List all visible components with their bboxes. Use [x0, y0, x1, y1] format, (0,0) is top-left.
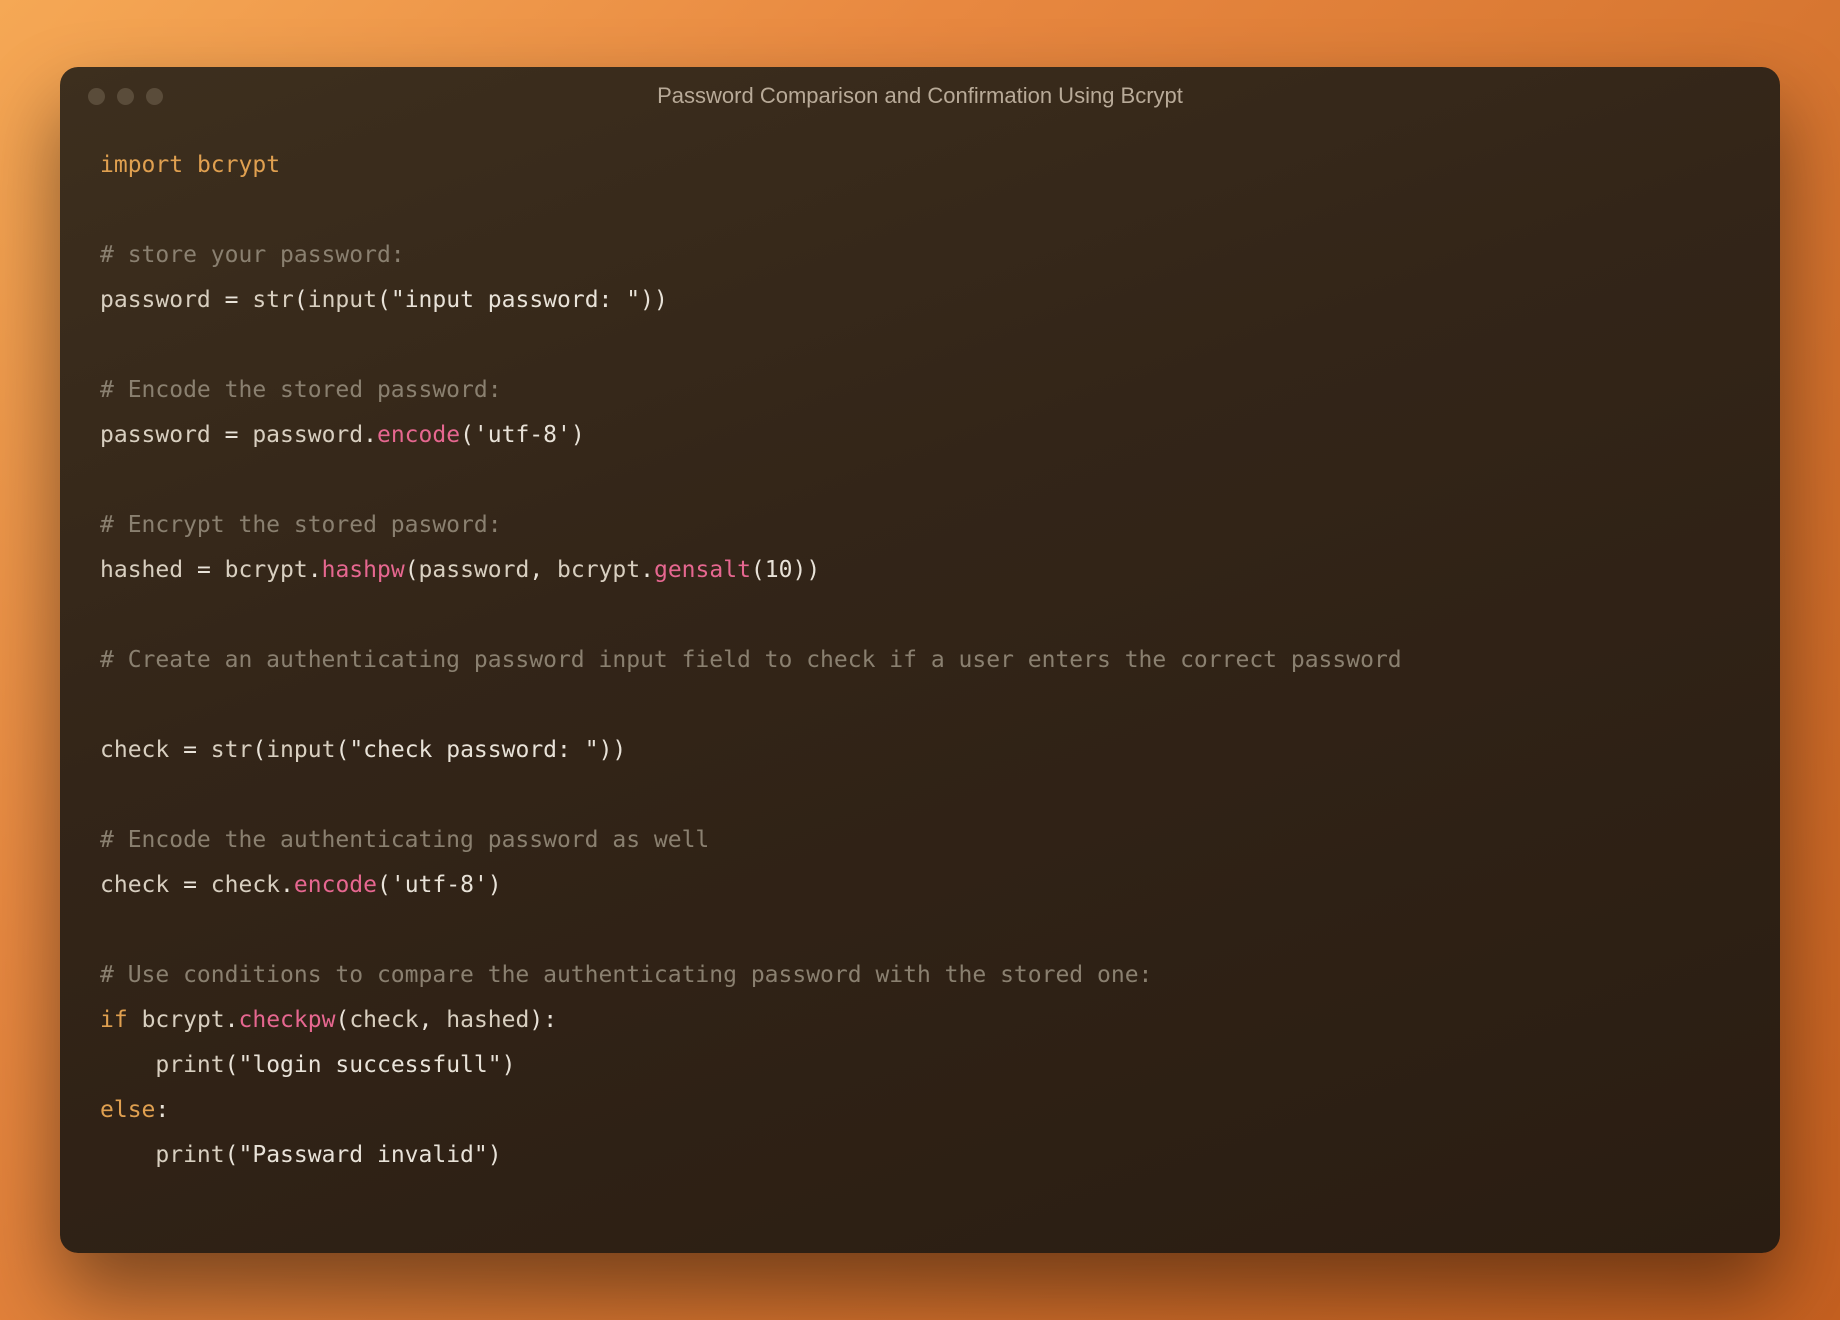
fn-str: str [252, 287, 294, 313]
string-literal: "Passward invalid" [239, 1142, 488, 1168]
comment: # Use conditions to compare the authenti… [100, 962, 1152, 988]
dot: . [363, 422, 377, 448]
var-check: check [100, 737, 169, 763]
paren: ( [377, 287, 391, 313]
module-bcrypt: bcrypt [142, 1007, 225, 1033]
comment: # Encrypt the stored pasword: [100, 512, 502, 538]
colon: : [155, 1097, 169, 1123]
paren: ( [335, 737, 349, 763]
equals: = [211, 287, 253, 313]
close-dot[interactable] [88, 88, 105, 105]
equals: = [183, 557, 225, 583]
var-password: password [100, 422, 211, 448]
var-password: password [252, 422, 363, 448]
fn-input: input [308, 287, 377, 313]
module-bcrypt: bcrypt [557, 557, 640, 583]
paren: ( [252, 737, 266, 763]
var-password: password [100, 287, 211, 313]
paren: ) [502, 1052, 516, 1078]
comment: # Encode the authenticating password as … [100, 827, 709, 853]
fn-print: print [155, 1142, 224, 1168]
paren: ( [460, 422, 474, 448]
paren: ( [225, 1142, 239, 1168]
window-title: Password Comparison and Confirmation Usi… [60, 83, 1780, 109]
string-literal: "input password: " [391, 287, 640, 313]
fn-input: input [266, 737, 335, 763]
comment: # Encode the stored password: [100, 377, 502, 403]
arg-hashed: hashed [446, 1007, 529, 1033]
maximize-dot[interactable] [146, 88, 163, 105]
var-check: check [100, 872, 169, 898]
paren: ( [751, 557, 765, 583]
minimize-dot[interactable] [117, 88, 134, 105]
string-literal: 'utf-8' [391, 872, 488, 898]
equals: = [211, 422, 253, 448]
fn-str: str [211, 737, 253, 763]
equals: = [169, 737, 211, 763]
traffic-lights [88, 88, 163, 105]
var-check: check [211, 872, 280, 898]
paren: ( [225, 1052, 239, 1078]
string-literal: "check password: " [349, 737, 598, 763]
method-encode: encode [294, 872, 377, 898]
dot: . [225, 1007, 239, 1033]
equals: = [169, 872, 211, 898]
titlebar: Password Comparison and Confirmation Usi… [60, 67, 1780, 125]
dot: . [308, 557, 322, 583]
keyword-if: if [100, 1007, 128, 1033]
paren: ( [294, 287, 308, 313]
paren: )) [792, 557, 820, 583]
method-encode: encode [377, 422, 460, 448]
fn-checkpw: checkpw [239, 1007, 336, 1033]
string-literal: "login successfull" [239, 1052, 502, 1078]
keyword-else: else [100, 1097, 155, 1123]
fn-hashpw: hashpw [322, 557, 405, 583]
dot: . [640, 557, 654, 583]
paren: )) [599, 737, 627, 763]
var-hashed: hashed [100, 557, 183, 583]
paren: ) [571, 422, 585, 448]
keyword-import: import [100, 152, 183, 178]
fn-print: print [155, 1052, 224, 1078]
arg-password: password [419, 557, 530, 583]
comment: # store your password: [100, 242, 405, 268]
comment: # Create an authenticating password inpu… [100, 647, 1402, 673]
fn-gensalt: gensalt [654, 557, 751, 583]
paren: ( [377, 872, 391, 898]
comma: , [529, 557, 557, 583]
code-window: Password Comparison and Confirmation Usi… [60, 67, 1780, 1253]
arg-check: check [349, 1007, 418, 1033]
paren: ) [488, 1142, 502, 1168]
comma: , [419, 1007, 447, 1033]
paren: ) [488, 872, 502, 898]
paren: ): [529, 1007, 557, 1033]
code-editor[interactable]: import bcrypt # store your password: pas… [60, 125, 1780, 1253]
paren: )) [640, 287, 668, 313]
paren: ( [335, 1007, 349, 1033]
dot: . [280, 872, 294, 898]
number-literal: 10 [765, 557, 793, 583]
paren: ( [405, 557, 419, 583]
module-bcrypt: bcrypt [197, 152, 280, 178]
module-bcrypt: bcrypt [225, 557, 308, 583]
string-literal: 'utf-8' [474, 422, 571, 448]
